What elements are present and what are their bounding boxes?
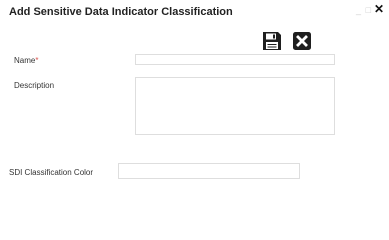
required-asterisk: * — [35, 56, 39, 65]
sdi-color-input[interactable] — [118, 163, 300, 179]
close-dialog-button[interactable]: ✕ — [374, 3, 384, 15]
description-label: Description — [14, 81, 55, 90]
description-textarea[interactable] — [135, 77, 335, 135]
sdi-color-label: SDI Classification Color — [9, 168, 94, 177]
save-icon — [263, 32, 281, 50]
name-label-text: Name — [14, 56, 36, 65]
cancel-button[interactable] — [292, 31, 312, 51]
save-button[interactable] — [262, 31, 282, 51]
maximize-button[interactable]: □ — [366, 5, 371, 15]
dialog-title: Add Sensitive Data Indicator Classificat… — [9, 6, 233, 18]
name-label: Name* — [14, 56, 38, 65]
close-box-icon — [293, 32, 311, 50]
minimize-button[interactable]: _ — [356, 5, 361, 15]
name-input[interactable] — [135, 54, 335, 65]
